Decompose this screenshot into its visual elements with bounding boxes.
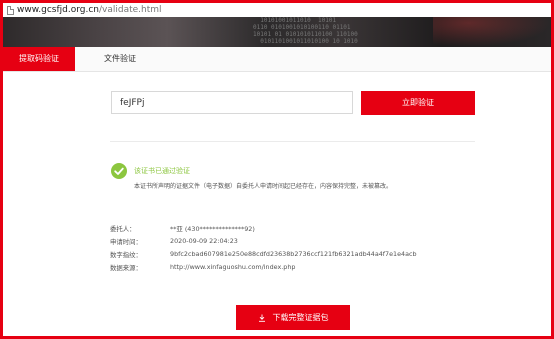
verification-status: 该证书已通过验证 [134, 167, 190, 175]
detail-value-source: http://www.xinfaguoshu.com/index.php [170, 263, 296, 271]
extract-code-input[interactable] [111, 91, 353, 114]
url-host: www.gcsfjd.org.cn [17, 5, 99, 15]
download-icon [258, 314, 266, 322]
detail-value-client: **亚 (430**************92) [170, 225, 255, 233]
detail-label-source: 数据来源： [110, 264, 142, 272]
tab-bar: 提取码验证 文件验证 [3, 47, 551, 72]
browser-address-bar[interactable]: www.gcsfjd.org.cn/validate.html [3, 3, 551, 17]
verification-description: 本证书所声明的证据文件（电子数据）自委托人申请时间起已经存在，内容保持完整，未被… [134, 183, 393, 190]
banner-glow [433, 17, 551, 47]
tab-extract-code[interactable]: 提取码验证 [3, 47, 75, 71]
download-evidence-button[interactable]: 下载完整证据包 [236, 305, 350, 330]
page-icon [7, 5, 14, 15]
header-banner: 10101001011010 10101 0110 01010010101001… [3, 17, 551, 47]
tab-file-verify[interactable]: 文件验证 [75, 47, 165, 71]
detail-label-fingerprint: 数字指纹： [110, 251, 142, 259]
url-text[interactable]: www.gcsfjd.org.cn/validate.html [17, 4, 162, 16]
divider [110, 141, 475, 142]
detail-label-client: 委托人： [110, 225, 136, 233]
detail-value-apply-time: 2020-09-09 22:04:23 [170, 237, 238, 245]
check-circle-icon [111, 163, 127, 179]
verify-button[interactable]: 立即验证 [361, 91, 475, 115]
url-path: /validate.html [98, 5, 162, 15]
detail-label-apply-time: 申请时间： [110, 238, 142, 246]
download-label: 下载完整证据包 [272, 313, 329, 322]
detail-value-fingerprint: 9bfc2cbad607981e250e88cdfd23638b2736ccf1… [170, 250, 417, 258]
